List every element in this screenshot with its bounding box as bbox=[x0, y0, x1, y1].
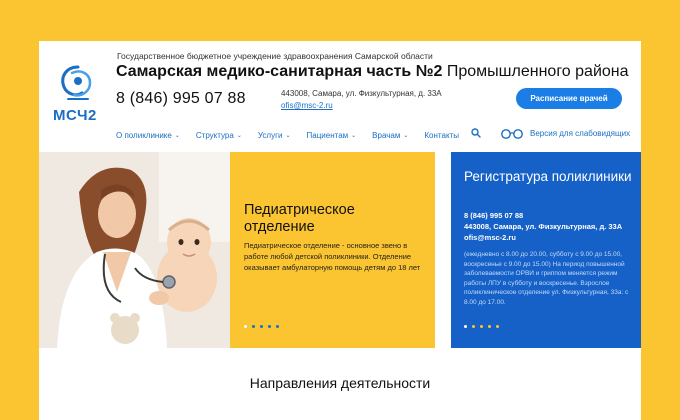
hero-photo bbox=[39, 152, 230, 348]
slider-dot[interactable] bbox=[276, 325, 279, 328]
directions-section-title: Направления деятельности bbox=[249, 375, 431, 391]
hero-title: Педиатрическое отделение bbox=[244, 202, 355, 235]
hero-text: Педиатрическое отделение - основное звен… bbox=[244, 241, 421, 272]
registry-title: Регистратура поликлиники bbox=[464, 169, 632, 184]
vision-version-link[interactable]: Версия для слабовидящих bbox=[530, 129, 630, 138]
header-address: 443008, Самара, ул. Физкультурная, д. 33… bbox=[281, 89, 442, 98]
slider-dot[interactable] bbox=[472, 325, 475, 328]
registry-email[interactable]: ofis@msc-2.ru bbox=[464, 233, 516, 242]
nav-item-doctors[interactable]: Врачам ⌄ bbox=[372, 131, 408, 140]
nav-item-label: Врачам bbox=[372, 130, 401, 140]
slider-dot[interactable] bbox=[480, 325, 483, 328]
slider-dot[interactable] bbox=[260, 325, 263, 328]
chevron-down-icon: ⌄ bbox=[285, 132, 291, 139]
nav-item-structure[interactable]: Структура ⌄ bbox=[196, 131, 242, 140]
nav-item-patients[interactable]: Пациентам ⌄ bbox=[307, 131, 357, 140]
slider-dot[interactable] bbox=[268, 325, 271, 328]
hero-slide: Педиатрическое отделение Педиатрическое … bbox=[230, 152, 435, 348]
nav-item-services[interactable]: Услуги ⌄ bbox=[258, 131, 291, 140]
registry-panel: Регистратура поликлиники 8 (846) 995 07 … bbox=[451, 152, 641, 348]
chevron-down-icon: ⌄ bbox=[236, 132, 242, 139]
main-nav: О поликлинике ⌄ Структура ⌄ Услуги ⌄ Пациен… bbox=[116, 129, 475, 141]
logo-emblem-icon bbox=[61, 65, 92, 100]
header-email-link[interactable]: ofis@msc-2.ru bbox=[281, 101, 333, 110]
page: МСЧ2 Государственное бюджетное учреждени… bbox=[39, 41, 641, 420]
slider-dot[interactable] bbox=[252, 325, 255, 328]
hero-slider-dots bbox=[244, 325, 279, 328]
nav-item-label: Контакты bbox=[424, 130, 459, 140]
doctor-and-baby-image bbox=[39, 152, 230, 348]
org-subtitle: Государственное бюджетное учреждение здр… bbox=[117, 51, 433, 61]
nav-item-label: Пациентам bbox=[306, 130, 349, 140]
glasses-icon[interactable] bbox=[500, 128, 524, 139]
slider-dot[interactable] bbox=[464, 325, 467, 328]
org-title: Самарская медико-санитарная часть №2 Про… bbox=[116, 63, 629, 81]
registry-slider-dots bbox=[464, 325, 499, 328]
registry-address: 443008, Самара, ул. Физкультурная, д. 33… bbox=[464, 222, 623, 231]
org-title-bold: Самарская медико-санитарная часть №2 bbox=[116, 63, 443, 80]
registry-phone[interactable]: 8 (846) 995 07 88 bbox=[464, 211, 523, 220]
slider-dot[interactable] bbox=[244, 325, 247, 328]
nav-item-contacts[interactable]: Контакты bbox=[424, 131, 459, 140]
logo-text: МСЧ2 bbox=[53, 107, 97, 124]
slider-dot[interactable] bbox=[496, 325, 499, 328]
header-phone[interactable]: 8 (846) 995 07 88 bbox=[116, 90, 246, 108]
registry-info: (ежедневно с 8.00 до 20.00, субботу с 9.… bbox=[464, 251, 629, 306]
org-title-rest: Промышленного района bbox=[442, 63, 629, 80]
nav-item-label: О поликлинике bbox=[116, 130, 172, 140]
logo[interactable]: МСЧ2 bbox=[52, 63, 104, 124]
nav-item-label: Услуги bbox=[257, 130, 283, 140]
nav-item-label: Структура bbox=[195, 130, 234, 140]
chevron-down-icon: ⌄ bbox=[174, 132, 180, 139]
nav-item-about[interactable]: О поликлинике ⌄ bbox=[116, 131, 180, 140]
chevron-down-icon: ⌄ bbox=[403, 132, 409, 139]
schedule-button[interactable]: Расписание врачей bbox=[516, 88, 622, 109]
chevron-down-icon: ⌄ bbox=[351, 132, 357, 139]
search-icon[interactable] bbox=[471, 128, 481, 138]
slider-dot[interactable] bbox=[488, 325, 491, 328]
